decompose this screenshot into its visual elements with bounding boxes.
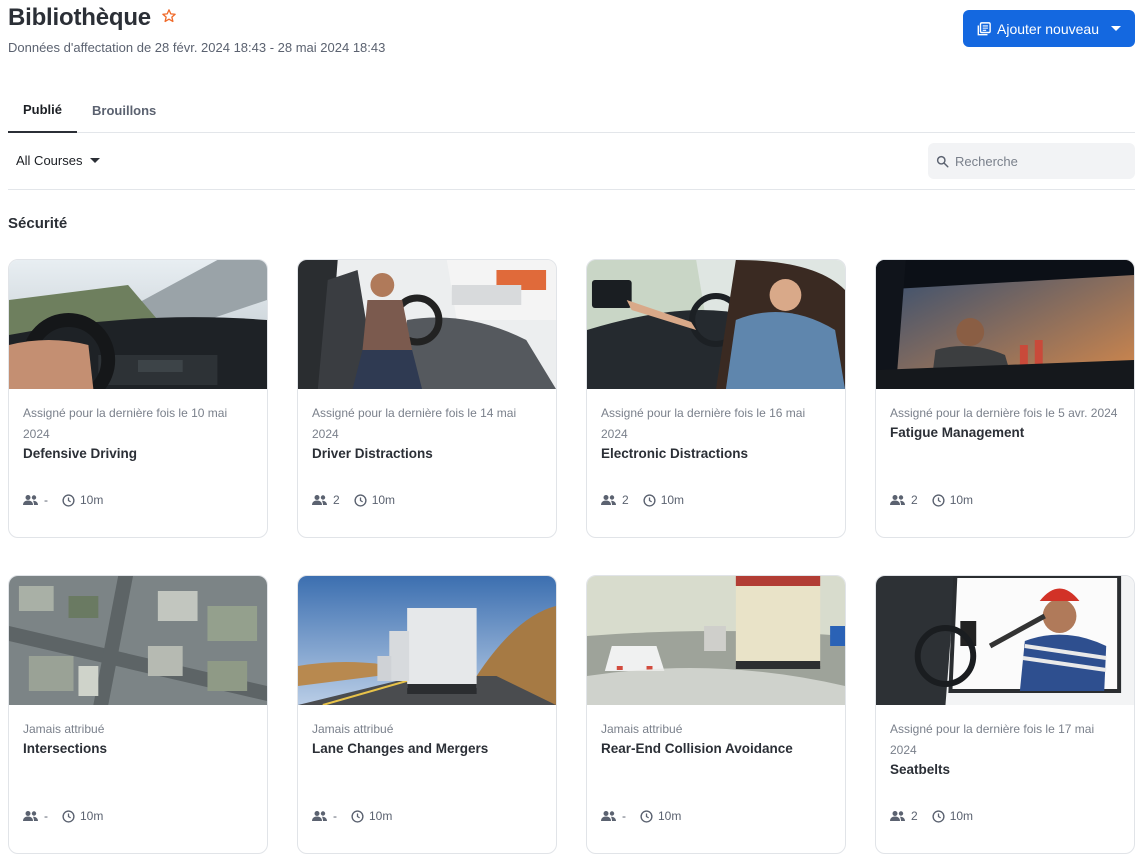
course-thumbnail-image — [9, 576, 267, 705]
chevron-down-icon — [90, 158, 101, 163]
search-input[interactable] — [955, 153, 1115, 169]
course-thumbnail-image — [587, 576, 845, 705]
clock-icon — [354, 493, 367, 507]
people-icon — [890, 811, 905, 821]
course-title: Electronic Distractions — [601, 446, 749, 461]
course-meta: 2 10m — [890, 809, 973, 823]
learner-count: - — [44, 493, 48, 507]
course-duration: 10m — [371, 493, 396, 507]
clock-icon — [351, 809, 364, 823]
course-card[interactable]: Assigné pour la dernière fois le 17 mai … — [875, 575, 1135, 854]
course-card[interactable]: Assigné pour la dernière fois le 5 avr. … — [875, 259, 1135, 538]
filter-bar: All Courses — [8, 133, 1135, 190]
people-icon — [601, 495, 616, 505]
course-title: Intersections — [23, 741, 108, 756]
learner-count: - — [44, 809, 48, 823]
clock-icon — [640, 809, 653, 823]
course-card[interactable]: Jamais attribué Lane Changes and Mergers… — [297, 575, 557, 854]
course-meta: 2 10m — [312, 493, 395, 507]
course-meta: 2 10m — [601, 493, 684, 507]
page-title: Bibliothèque — [8, 4, 151, 31]
course-thumbnail-image — [876, 576, 1134, 705]
course-meta: - 10m — [312, 809, 392, 823]
course-duration: 10m — [369, 809, 393, 823]
section-title: Sécurité — [8, 215, 68, 232]
course-thumbnail-image — [9, 260, 267, 389]
clock-icon — [932, 493, 945, 507]
clock-icon — [62, 809, 75, 823]
last-assigned-text: Jamais attribué — [23, 722, 105, 736]
course-duration: 10m — [949, 809, 974, 823]
learner-count: 2 — [911, 493, 918, 507]
tab-bar: Publié Brouillons — [8, 88, 1135, 133]
course-title: Seatbelts — [890, 762, 951, 777]
course-card[interactable]: Jamais attribué Intersections - 10m — [8, 575, 268, 854]
course-meta: - 10m — [23, 493, 103, 507]
clock-icon — [643, 493, 656, 507]
course-card[interactable]: Assigné pour la dernière fois le 16 mai … — [586, 259, 846, 538]
course-meta: - 10m — [23, 809, 103, 823]
last-assigned-text: Jamais attribué — [312, 722, 394, 736]
course-duration: 10m — [949, 493, 974, 507]
clock-icon — [932, 809, 945, 823]
last-assigned-text: Assigné pour la dernière fois le 16 mai … — [601, 406, 806, 441]
add-new-button[interactable]: Ajouter nouveau — [963, 10, 1135, 47]
people-icon — [312, 811, 327, 821]
course-duration: 10m — [80, 493, 104, 507]
search-box — [928, 143, 1135, 179]
learner-count: 2 — [333, 493, 340, 507]
course-grid: Assigné pour la dernière fois le 10 mai … — [8, 259, 1136, 854]
people-icon — [312, 495, 327, 505]
course-thumbnail-image — [587, 260, 845, 389]
last-assigned-text: Assigné pour la dernière fois le 14 mai … — [312, 406, 517, 441]
course-filter-dropdown[interactable]: All Courses — [16, 153, 101, 168]
learner-count: 2 — [911, 809, 918, 823]
course-meta: 2 10m — [890, 493, 973, 507]
learner-count: - — [622, 809, 626, 823]
search-icon — [936, 155, 949, 168]
course-title: Defensive Driving — [23, 446, 138, 461]
course-thumbnail-image — [298, 576, 556, 705]
course-card[interactable]: Assigné pour la dernière fois le 14 mai … — [297, 259, 557, 538]
course-duration: 10m — [80, 809, 104, 823]
people-icon — [890, 495, 905, 505]
course-title: Fatigue Management — [890, 425, 1025, 440]
people-icon — [23, 495, 38, 505]
course-filter-value: All Courses — [16, 153, 83, 168]
page-header: Bibliothèque Données d'affectation de 28… — [8, 4, 1135, 64]
learner-count: - — [333, 809, 337, 823]
people-icon — [601, 811, 616, 821]
course-title: Driver Distractions — [312, 446, 433, 461]
course-card[interactable]: Assigné pour la dernière fois le 10 mai … — [8, 259, 268, 538]
people-icon — [23, 811, 38, 821]
course-title: Rear-End Collision Avoidance — [601, 741, 793, 756]
last-assigned-text: Assigné pour la dernière fois le 17 mai … — [890, 722, 1095, 757]
add-new-label: Ajouter nouveau — [997, 20, 1099, 37]
course-title: Lane Changes and Mergers — [312, 741, 489, 756]
course-card[interactable]: Jamais attribué Rear-End Collision Avoid… — [586, 575, 846, 854]
clock-icon — [62, 493, 75, 507]
last-assigned-text: Assigné pour la dernière fois le 10 mai … — [23, 406, 228, 441]
course-duration: 10m — [660, 493, 685, 507]
learner-count: 2 — [622, 493, 629, 507]
course-meta: - 10m — [601, 809, 681, 823]
last-assigned-text: Jamais attribué — [601, 722, 683, 736]
tab-published[interactable]: Publié — [8, 88, 78, 133]
course-thumbnail-image — [298, 260, 556, 389]
course-thumbnail-image — [876, 260, 1134, 389]
course-duration: 10m — [658, 809, 682, 823]
tab-drafts[interactable]: Brouillons — [77, 88, 171, 133]
favorite-star-icon[interactable] — [161, 8, 177, 29]
last-assigned-text: Assigné pour la dernière fois le 5 avr. … — [890, 406, 1118, 420]
chevron-down-icon — [1110, 26, 1121, 31]
library-icon — [977, 21, 991, 35]
